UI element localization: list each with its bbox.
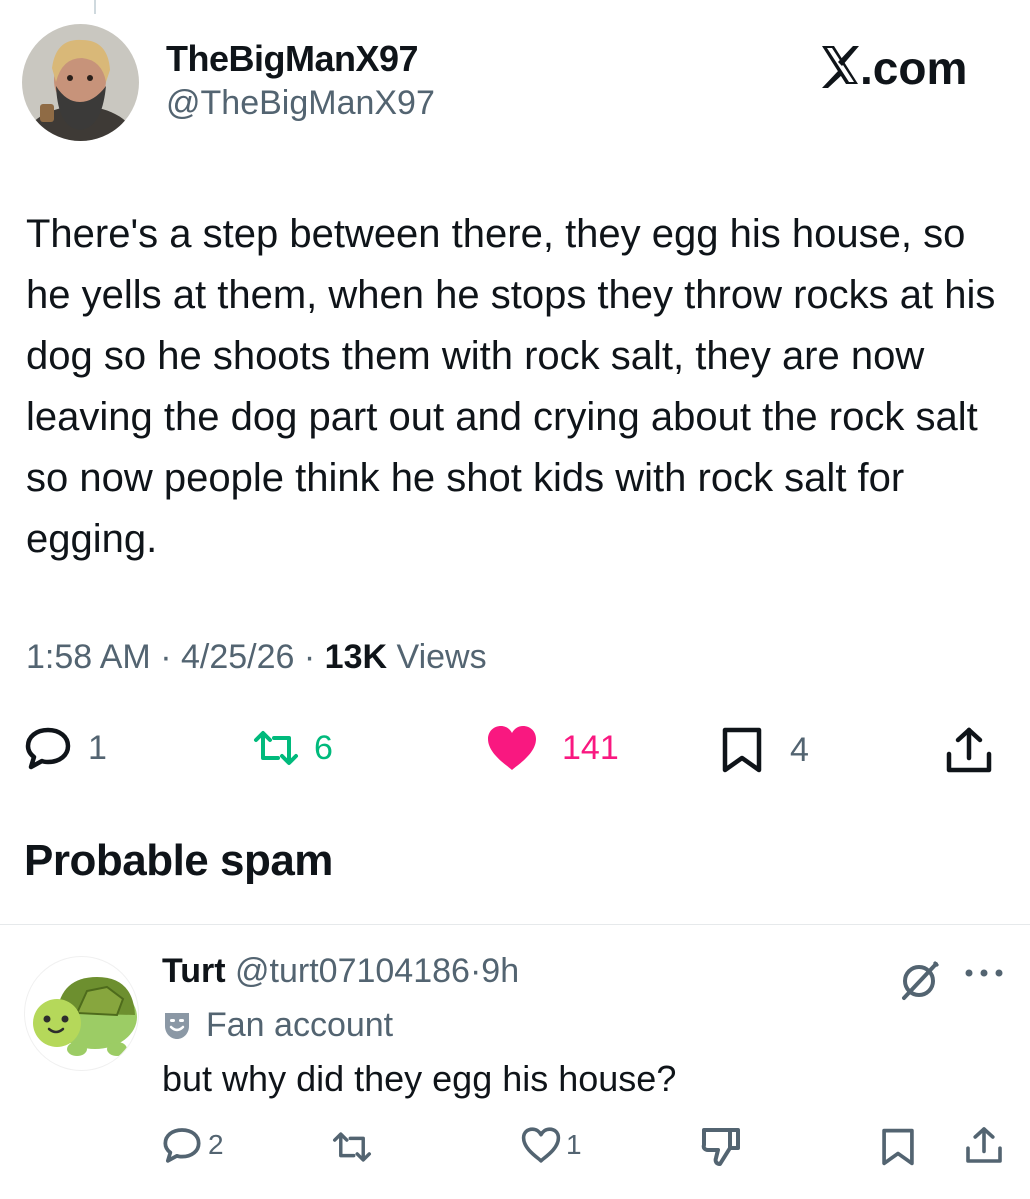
- svg-text:.com: .com: [860, 42, 967, 92]
- tweet-metadata: 1:58 AM · 4/25/26 · 13K Views: [26, 638, 487, 677]
- repost-icon: [332, 1132, 371, 1162]
- reply-repost-button[interactable]: [330, 1128, 374, 1166]
- reply-share-button[interactable]: [964, 1124, 1004, 1166]
- share-icon: [946, 727, 992, 773]
- reply-handle[interactable]: @turt07104186: [235, 952, 470, 990]
- author-handle[interactable]: @TheBigManX97: [166, 84, 435, 123]
- reply-reply-count: 2: [208, 1129, 224, 1160]
- fan-account-label: Fan account: [206, 1006, 394, 1044]
- heart-icon: [488, 726, 536, 770]
- thread-connector-line: [94, 0, 96, 14]
- repost-count: 6: [314, 728, 333, 767]
- tweet-text: There's a step between there, they egg h…: [26, 212, 996, 561]
- reply-icon: [25, 727, 71, 770]
- fan-account-badge: Fan account: [162, 1006, 393, 1045]
- grok-button[interactable]: [898, 958, 942, 1007]
- reply-text: but why did they egg his house?: [162, 1058, 677, 1099]
- more-icon: [965, 969, 1003, 977]
- meta-separator: ·: [303, 638, 316, 676]
- author-display-name[interactable]: TheBigManX97: [166, 38, 419, 80]
- views-label: Views: [396, 638, 487, 676]
- theater-masks-icon: [165, 1012, 189, 1039]
- x-logo: .com: [820, 42, 988, 94]
- reply-display-name[interactable]: Turt: [162, 952, 226, 990]
- section-divider: [0, 924, 1030, 925]
- reply-reply-button[interactable]: 2: [162, 1126, 224, 1164]
- reply-author-avatar[interactable]: [24, 956, 139, 1071]
- reply-icon: [163, 1128, 201, 1163]
- more-options-button[interactable]: [962, 958, 1006, 993]
- reply-separator: ·: [469, 952, 482, 990]
- reply-like-count: 1: [566, 1129, 582, 1160]
- thumbs-down-icon: [701, 1128, 740, 1166]
- reply-downvote-button[interactable]: [700, 1124, 742, 1168]
- tweet-time[interactable]: 1:58 AM: [26, 638, 151, 676]
- heart-icon: [521, 1127, 561, 1163]
- share-button[interactable]: [944, 726, 994, 774]
- repost-button[interactable]: 6: [252, 726, 333, 770]
- reply-like-button[interactable]: 1: [520, 1126, 582, 1164]
- like-button[interactable]: 141: [486, 724, 619, 772]
- bookmark-button[interactable]: 4: [720, 726, 809, 774]
- reply-button[interactable]: 1: [24, 726, 107, 770]
- probable-spam-heading: Probable spam: [24, 836, 333, 885]
- reply-bookmark-button[interactable]: [880, 1126, 916, 1168]
- reply-age[interactable]: 9h: [481, 952, 519, 990]
- reply-count: 1: [88, 728, 107, 767]
- reply-header: Turt @turt07104186·9h: [162, 952, 519, 991]
- grok-icon: [902, 960, 940, 1000]
- share-icon: [966, 1127, 1002, 1163]
- meta-separator: ·: [160, 638, 172, 676]
- repost-icon: [254, 731, 298, 765]
- like-count: 141: [562, 728, 619, 767]
- bookmark-count: 4: [790, 730, 809, 769]
- tweet-date[interactable]: 4/25/26: [181, 638, 294, 676]
- views-count: 13K: [324, 638, 388, 676]
- author-avatar[interactable]: [22, 24, 139, 141]
- bookmark-icon: [882, 1128, 914, 1166]
- bookmark-icon: [722, 727, 762, 773]
